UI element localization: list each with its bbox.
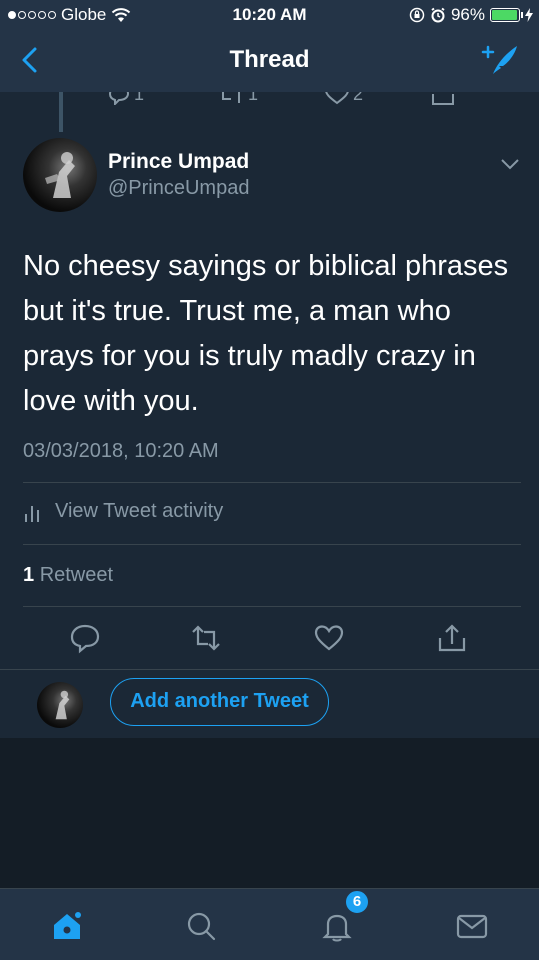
author-avatar[interactable] [23,138,97,212]
orientation-lock-icon [409,7,425,23]
previous-tweet-actions: 1 1 2 [0,92,539,112]
heart-icon[interactable] [313,622,345,654]
tweet-timestamp: 03/03/2018, 10:20 AM [23,440,219,462]
current-user-avatar [37,682,83,728]
messages-icon[interactable] [455,909,489,943]
home-icon[interactable] [50,909,84,943]
empty-area [0,738,539,888]
retweet-label: Retweet [39,564,114,586]
share-icon[interactable] [436,622,468,654]
bar-chart-icon [25,505,39,522]
battery-percent: 96% [450,5,485,24]
retweet-stats[interactable]: 1 Retweet [23,564,113,587]
page-title: Thread [229,46,310,73]
chevron-down-icon[interactable] [500,158,520,170]
search-icon[interactable] [184,909,218,943]
compose-tweet-icon[interactable] [481,42,521,78]
activity-label: View Tweet activity [55,500,224,522]
add-another-tweet-button[interactable]: Add another Tweet [110,678,329,726]
divider [23,482,521,483]
divider [23,606,521,607]
divider [23,544,521,545]
notifications-icon[interactable] [320,909,354,943]
author-handle[interactable]: @PrinceUmpad [108,177,249,200]
charging-icon [525,8,533,22]
author-name[interactable]: Prince Umpad [108,150,249,174]
previous-reply-count: 1 [134,92,145,104]
navigation-bar: Thread [0,30,539,92]
thread-content: 1 1 2 Prince Umpad @PrinceUmpad No chees… [0,92,539,738]
reply-icon[interactable] [69,622,101,654]
view-tweet-activity-link[interactable]: View Tweet activity [23,500,223,523]
thread-connector-line [59,92,63,132]
retweet-count: 1 [23,564,35,586]
share-icon [432,94,454,105]
heart-icon [325,92,349,104]
tweet-text: No cheesy sayings or biblical phrases bu… [23,250,509,417]
retweet-icon [222,92,240,103]
previous-reply-action[interactable]: 1 [108,92,144,105]
battery-icon [490,8,523,22]
previous-retweet-count: 1 [248,92,259,104]
previous-share-action[interactable] [431,92,455,106]
alarm-icon [431,7,445,23]
divider [0,669,539,670]
previous-retweet-action[interactable]: 1 [218,92,258,105]
tab-bar: 6 [0,888,539,960]
status-bar: Globe 10:20 AM 96% [0,0,539,30]
notification-badge: 6 [344,889,370,915]
reply-icon [108,92,130,105]
retweet-icon[interactable] [190,622,222,654]
previous-like-action[interactable]: 2 [325,92,363,105]
previous-like-count: 2 [353,92,364,104]
